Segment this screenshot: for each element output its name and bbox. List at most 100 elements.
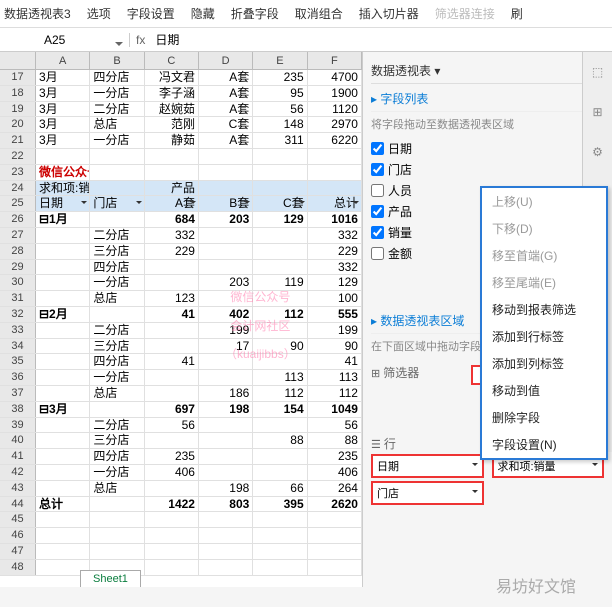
cell[interactable] bbox=[145, 512, 199, 527]
cell[interactable] bbox=[145, 260, 199, 275]
cell[interactable]: 二分店 bbox=[90, 228, 144, 243]
cell[interactable] bbox=[199, 260, 253, 275]
cell[interactable]: 203 bbox=[199, 212, 253, 227]
menu-item[interactable]: 移至首端(G) bbox=[482, 242, 606, 269]
cell[interactable]: 203 bbox=[199, 275, 253, 290]
cell[interactable] bbox=[253, 244, 307, 259]
cell[interactable] bbox=[199, 418, 253, 433]
cell[interactable]: 56 bbox=[308, 418, 362, 433]
cell[interactable]: 88 bbox=[253, 433, 307, 448]
cell[interactable]: 李子涵 bbox=[145, 86, 199, 101]
cell[interactable] bbox=[36, 512, 90, 527]
cell[interactable] bbox=[253, 528, 307, 543]
cell[interactable] bbox=[308, 181, 362, 196]
cell[interactable] bbox=[199, 433, 253, 448]
cell[interactable] bbox=[199, 149, 253, 164]
cell[interactable] bbox=[253, 418, 307, 433]
cell[interactable]: 95 bbox=[253, 86, 307, 101]
cell[interactable]: 406 bbox=[145, 465, 199, 480]
cell[interactable]: 3月 bbox=[36, 133, 90, 148]
table-row[interactable]: 48 bbox=[0, 560, 362, 576]
cell[interactable]: 56 bbox=[253, 102, 307, 117]
cell[interactable]: 求和项:销量 bbox=[36, 181, 90, 196]
cell[interactable]: 3月 bbox=[36, 117, 90, 132]
cell[interactable] bbox=[145, 339, 199, 354]
table-row[interactable]: 43总店19866264 bbox=[0, 481, 362, 497]
table-row[interactable]: 39二分店5656 bbox=[0, 418, 362, 434]
cell[interactable] bbox=[90, 528, 144, 543]
cell[interactable]: 90 bbox=[308, 339, 362, 354]
cell[interactable]: 二分店 bbox=[90, 323, 144, 338]
cell[interactable] bbox=[145, 165, 199, 180]
cell[interactable] bbox=[90, 165, 144, 180]
cell[interactable] bbox=[199, 291, 253, 306]
cell[interactable] bbox=[145, 481, 199, 496]
cell[interactable] bbox=[199, 354, 253, 369]
cell[interactable]: 395 bbox=[253, 497, 307, 512]
cell[interactable]: 四分店 bbox=[90, 354, 144, 369]
cell[interactable]: 66 bbox=[253, 481, 307, 496]
cell[interactable] bbox=[36, 149, 90, 164]
col-header[interactable]: D bbox=[199, 52, 253, 69]
cell[interactable]: 88 bbox=[308, 433, 362, 448]
cell[interactable] bbox=[145, 323, 199, 338]
cell[interactable]: 四分店 bbox=[90, 449, 144, 464]
cell[interactable]: 1049 bbox=[308, 402, 362, 417]
table-row[interactable]: 24求和项:销量产品 bbox=[0, 181, 362, 197]
cell[interactable]: ⊟1月 bbox=[36, 212, 90, 227]
table-row[interactable]: 27二分店332332 bbox=[0, 228, 362, 244]
cell[interactable] bbox=[145, 370, 199, 385]
cell[interactable]: 41 bbox=[145, 307, 199, 322]
cell[interactable] bbox=[36, 386, 90, 401]
cell[interactable] bbox=[36, 449, 90, 464]
cell[interactable]: 90 bbox=[253, 339, 307, 354]
cell[interactable] bbox=[36, 481, 90, 496]
fieldlist-section[interactable]: ▸ 字段列表 bbox=[371, 84, 604, 112]
cell[interactable]: 199 bbox=[308, 323, 362, 338]
menu-item[interactable]: 下移(D) bbox=[482, 215, 606, 242]
filter-btn[interactable]: 筛选器连接 bbox=[435, 5, 495, 22]
cell[interactable]: 二分店 bbox=[90, 418, 144, 433]
cell[interactable] bbox=[36, 528, 90, 543]
cell[interactable]: 199 bbox=[199, 323, 253, 338]
cell[interactable]: 一分店 bbox=[90, 133, 144, 148]
cell[interactable]: 4700 bbox=[308, 70, 362, 85]
panel-title[interactable]: 数据透视表 ▾ bbox=[371, 58, 604, 84]
table-row[interactable]: 193月二分店赵婉茹A套561120 bbox=[0, 102, 362, 118]
cell[interactable]: 332 bbox=[308, 228, 362, 243]
cell[interactable] bbox=[90, 181, 144, 196]
cell[interactable]: 235 bbox=[145, 449, 199, 464]
table-row[interactable]: 26⊟1月6842031291016 bbox=[0, 212, 362, 228]
cell[interactable] bbox=[199, 512, 253, 527]
cell[interactable] bbox=[308, 560, 362, 575]
cell[interactable]: 总计 bbox=[36, 497, 90, 512]
table-row[interactable]: 33二分店199199 bbox=[0, 323, 362, 339]
cell[interactable] bbox=[253, 465, 307, 480]
table-row[interactable]: 203月总店范刚C套1482970 bbox=[0, 117, 362, 133]
cell[interactable]: 1016 bbox=[308, 212, 362, 227]
cell[interactable]: 日期 bbox=[36, 196, 90, 211]
cell[interactable]: 113 bbox=[308, 370, 362, 385]
cell[interactable]: 332 bbox=[308, 260, 362, 275]
cell[interactable] bbox=[253, 323, 307, 338]
cell[interactable]: 684 bbox=[145, 212, 199, 227]
cell[interactable]: 112 bbox=[308, 386, 362, 401]
fieldset-btn[interactable]: 字段设置 bbox=[127, 5, 175, 22]
table-row[interactable]: 173月四分店冯文君A套2354700 bbox=[0, 70, 362, 86]
cell[interactable]: 3月 bbox=[36, 102, 90, 117]
cell[interactable]: ⊟2月 bbox=[36, 307, 90, 322]
cell[interactable]: 一分店 bbox=[90, 275, 144, 290]
cell[interactable]: 1422 bbox=[145, 497, 199, 512]
cell[interactable]: ⊟3月 bbox=[36, 402, 90, 417]
table-row[interactable]: 37总店186112112 bbox=[0, 386, 362, 402]
menu-item[interactable]: 添加到行标签 bbox=[482, 323, 606, 350]
name-box[interactable]: A25 bbox=[0, 33, 130, 47]
cell[interactable] bbox=[36, 260, 90, 275]
cell[interactable] bbox=[90, 402, 144, 417]
cell[interactable]: 112 bbox=[253, 307, 307, 322]
cell[interactable] bbox=[36, 275, 90, 290]
table-row[interactable]: 41四分店235235 bbox=[0, 449, 362, 465]
cell[interactable]: 148 bbox=[253, 117, 307, 132]
col-header[interactable]: C bbox=[145, 52, 199, 69]
table-row[interactable]: 22 bbox=[0, 149, 362, 165]
